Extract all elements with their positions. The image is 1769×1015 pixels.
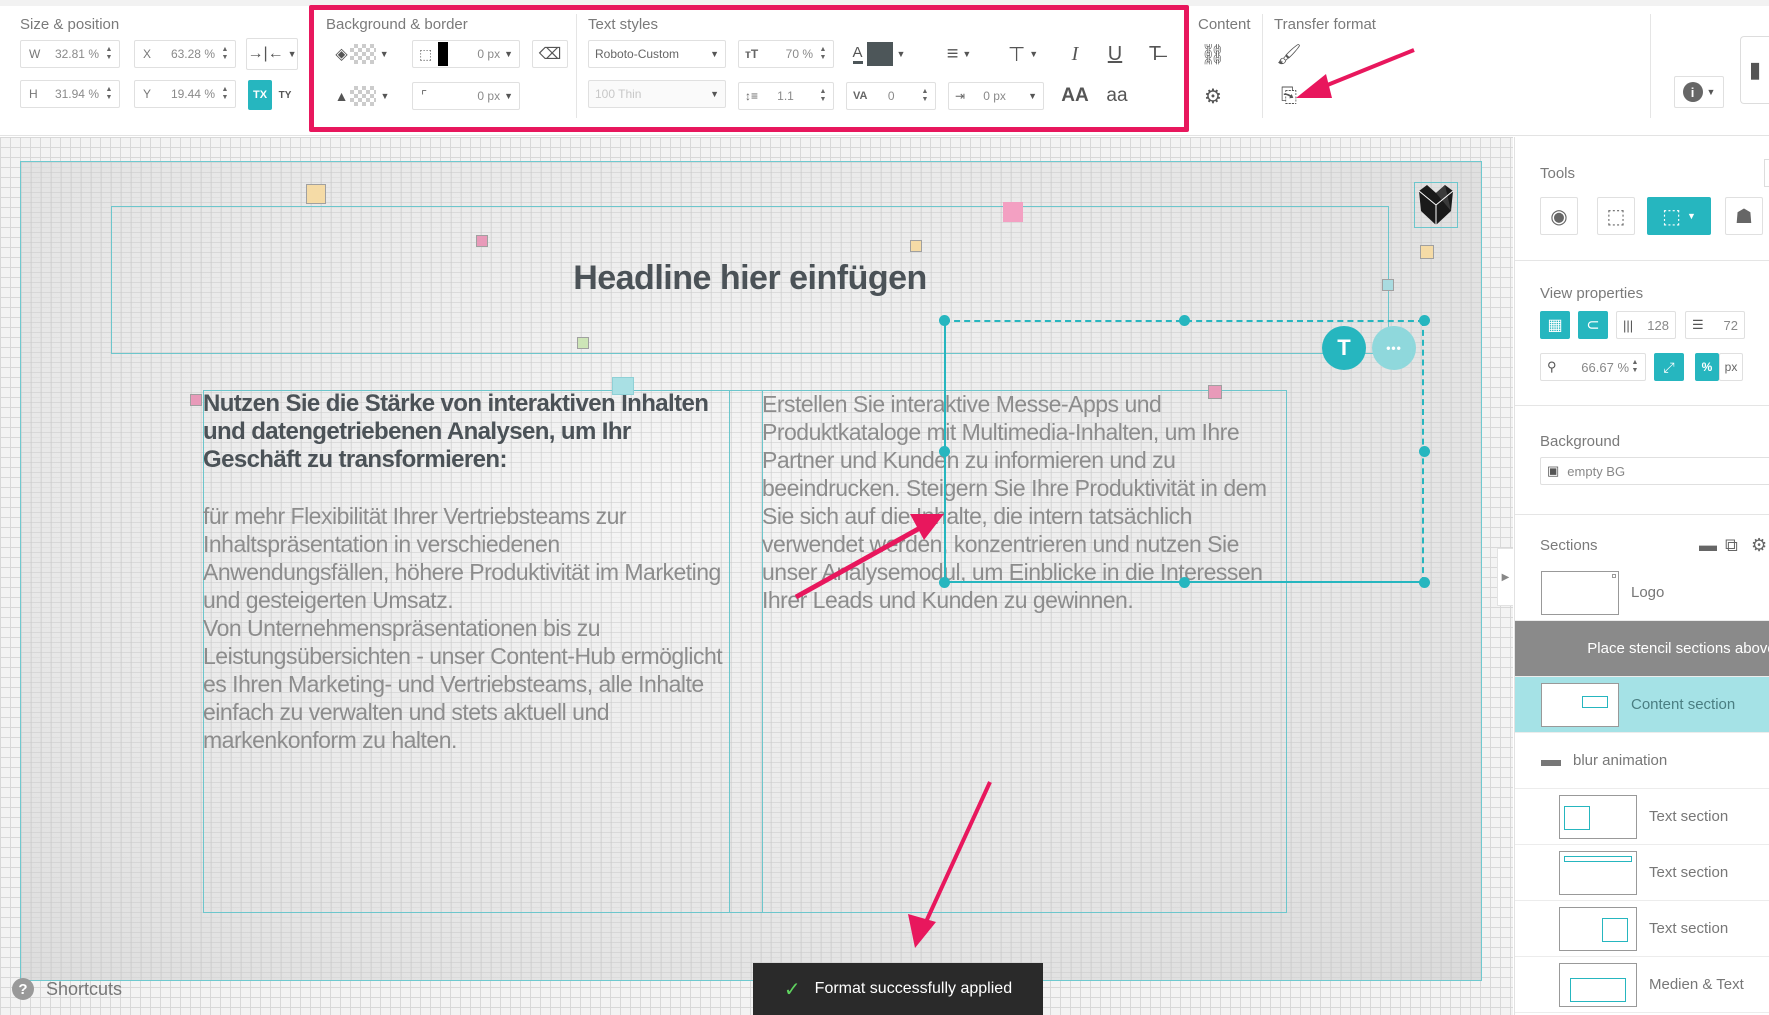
section-group-blur-animation[interactable]: ▬ blur animation [1515, 733, 1769, 789]
stencil-hint-label: Place stencil sections above [1587, 640, 1769, 657]
background-select[interactable]: ▣ empty BG [1540, 457, 1769, 485]
section-item-label: Medien & Text [1649, 976, 1744, 993]
section-thumbnail [1559, 906, 1637, 951]
view-properties-label: View properties [1540, 285, 1644, 302]
grid-columns-field[interactable]: ||| 128 [1616, 311, 1676, 339]
toast-notification: ✓ Format successfully applied [753, 963, 1043, 1015]
divider [1515, 260, 1769, 261]
shortcuts-label: Shortcuts [46, 978, 123, 999]
image-icon: ▣ [1547, 463, 1560, 478]
zoom-field[interactable]: ⚲ 66.67 % ▲ ▼ [1540, 353, 1646, 381]
panel-edge-tab[interactable] [1764, 159, 1769, 187]
section-item-label: blur animation [1573, 752, 1668, 769]
background-label: Background [1540, 433, 1621, 450]
copy-icon[interactable]: ⧉ [1725, 535, 1738, 556]
section-item-text-3[interactable]: Text section [1515, 901, 1769, 957]
frame-icon: ⬚ [1606, 205, 1626, 228]
section-item-media-text[interactable]: Medien & Text [1515, 957, 1769, 1013]
expand-icon: ⤢ [1663, 358, 1675, 375]
sections-label: Sections [1540, 537, 1598, 554]
panel-collapse-toggle[interactable]: ▶ [1497, 548, 1513, 606]
section-item-label: Logo [1631, 584, 1665, 601]
checkmark-icon: ✓ [783, 978, 801, 1001]
toast-message: Format successfully applied [814, 980, 1013, 997]
search-icon: ⚲ [1547, 359, 1557, 374]
magnet-icon: ⊂ [1586, 317, 1600, 334]
annotation-arrows [794, 48, 1415, 948]
chevron-right-icon: ▶ [1501, 571, 1510, 583]
ghost-icon: ☗ [1735, 205, 1753, 228]
visibility-tool-button[interactable]: ◉ [1540, 197, 1578, 235]
fit-to-screen-button[interactable]: ⤢ [1654, 353, 1684, 381]
grid-toggle-button[interactable]: ▦ [1540, 311, 1570, 339]
section-item-label: Text section [1649, 808, 1729, 825]
select-tool-button[interactable]: ⬚ ▼ [1647, 197, 1711, 235]
section-thumbnail [1559, 850, 1637, 895]
settings-section-icon[interactable]: ⚙ [1751, 535, 1767, 556]
section-item-content[interactable]: Content section [1515, 677, 1769, 733]
section-item-text-2[interactable]: Text section [1515, 845, 1769, 901]
tools-label: Tools [1540, 165, 1576, 182]
unit-percent-label: % [1701, 360, 1713, 374]
editor-window: Size & position W 32.81 % ▲ ▼ X 63.28 % ▲… [0, 0, 1769, 1015]
divider [1515, 514, 1769, 515]
annotation-arrow-icon [908, 781, 992, 948]
section-item-logo[interactable]: Logo [1515, 565, 1769, 621]
section-item-text-1[interactable]: Text section [1515, 789, 1769, 845]
ghost-tool-button[interactable]: ☗ [1725, 197, 1763, 235]
frame-select-icon: ⬚ [1662, 205, 1681, 228]
help-icon: ? [12, 978, 34, 1000]
section-thumbnail [1541, 570, 1619, 615]
folder-icon: ▬ [1541, 749, 1561, 771]
section-thumbnail [1541, 682, 1619, 727]
grid-rows-field[interactable]: ☰ 72 [1685, 311, 1745, 339]
section-thumbnail [1559, 794, 1637, 839]
section-thumbnail [1559, 962, 1637, 1007]
unit-px-button[interactable]: px [1719, 353, 1743, 381]
rows-icon: ☰ [1692, 317, 1704, 332]
divider [1515, 405, 1769, 406]
snap-toggle-button[interactable]: ⊂ [1578, 311, 1608, 339]
chevron-down-icon: ▼ [1686, 211, 1696, 221]
unit-percent-button[interactable]: % [1695, 353, 1719, 381]
columns-icon: ||| [1623, 317, 1634, 333]
zoom-stepper[interactable]: ▲ ▼ [1629, 359, 1641, 375]
section-item-label: Text section [1649, 864, 1729, 881]
shortcuts-link[interactable]: ? Shortcuts [12, 978, 122, 1000]
annotation-arrow-icon [794, 514, 944, 600]
frame-tool-button[interactable]: ⬚ [1597, 197, 1635, 235]
eye-icon: ◉ [1550, 205, 1568, 228]
folder-icon[interactable]: ▬ [1699, 535, 1717, 556]
section-item-label: Text section [1649, 920, 1729, 937]
properties-panel: Tools ◉ ⬚ ⬚ ▼ ☗ View properties ▦ ⊂ ||| 1… [1514, 137, 1769, 1015]
unit-px-label: px [1724, 360, 1738, 374]
background-value: empty BG [1567, 463, 1626, 479]
annotation-arrow-icon [1296, 48, 1415, 98]
grid-rows-value: 72 [1723, 317, 1738, 333]
zoom-value: 66.67 % [1581, 359, 1629, 375]
section-item-label: Content section [1631, 696, 1736, 713]
stencil-drop-zone: Place stencil sections above [1515, 621, 1769, 677]
grid-columns-value: 128 [1647, 317, 1669, 333]
grid-icon: ▦ [1547, 317, 1563, 334]
